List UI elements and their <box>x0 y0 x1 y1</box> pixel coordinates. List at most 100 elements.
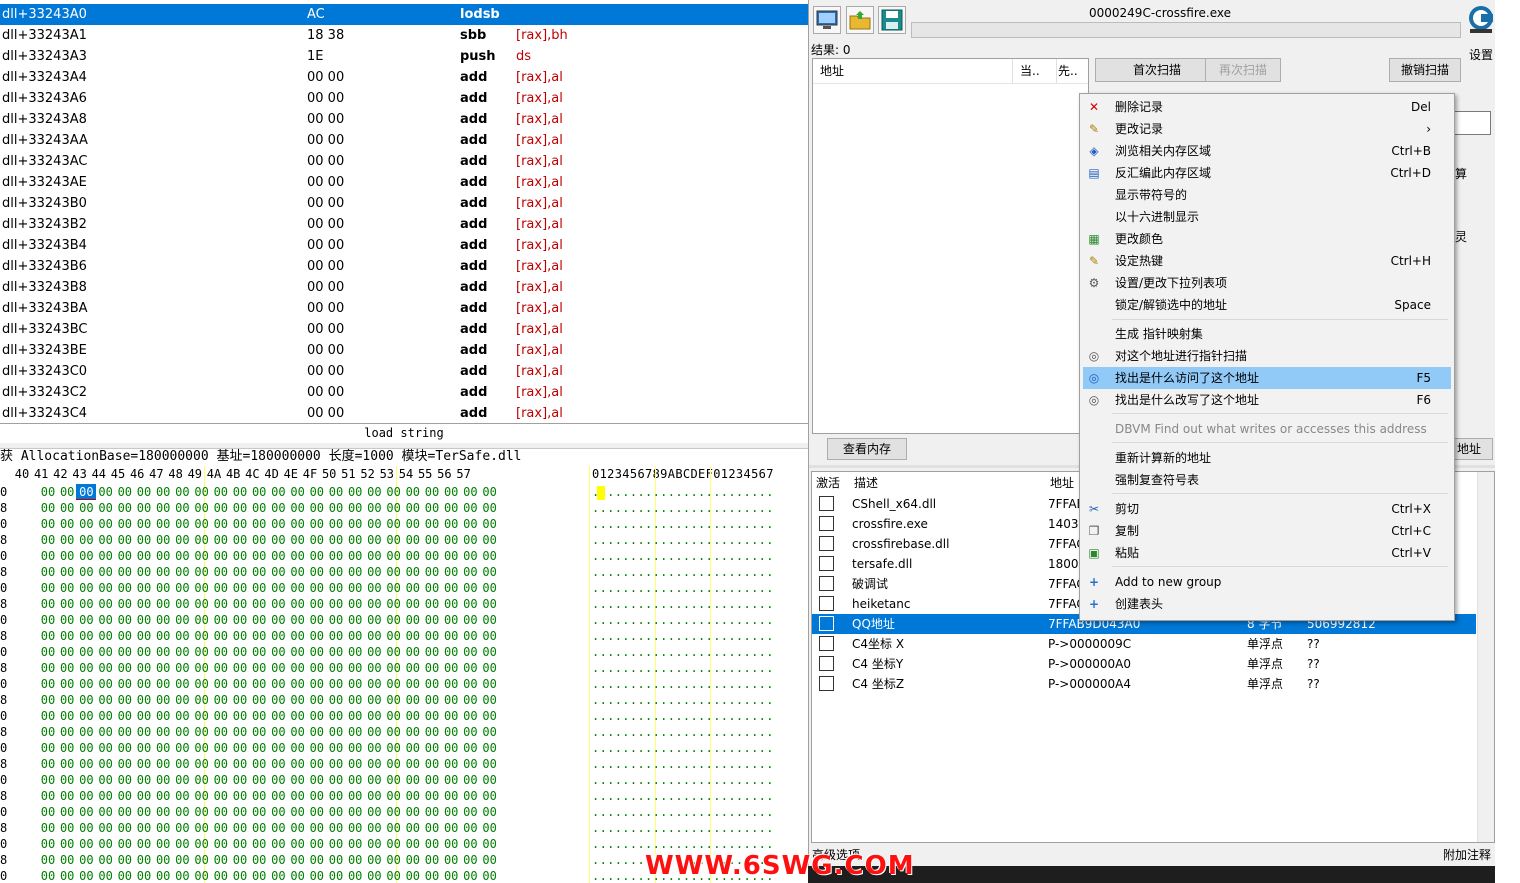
hex-byte[interactable]: 00 <box>172 868 192 883</box>
hex-byte[interactable]: 00 <box>384 756 404 772</box>
hex-byte[interactable]: 00 <box>249 676 269 692</box>
hex-byte[interactable]: 00 <box>249 724 269 740</box>
hex-byte[interactable]: 00 <box>172 788 192 804</box>
menu-item[interactable]: ❐ 复制 Ctrl+C <box>1083 520 1451 542</box>
hex-byte[interactable]: 00 <box>422 692 442 708</box>
hex-byte[interactable]: 00 <box>230 836 250 852</box>
hex-byte[interactable]: 00 <box>480 500 500 516</box>
add-note-link[interactable]: 附加注释 <box>1443 846 1491 863</box>
hex-byte[interactable]: 00 <box>134 644 154 660</box>
disasm-row[interactable]: dll+33243C2 00 00 add [rax],al <box>0 382 808 403</box>
hex-byte[interactable]: 00 <box>115 692 135 708</box>
menu-item[interactable]: + Add to new group <box>1083 571 1451 593</box>
hex-byte[interactable]: 00 <box>211 580 231 596</box>
hex-byte[interactable]: 00 <box>153 788 173 804</box>
hex-byte[interactable]: 00 <box>76 564 96 580</box>
hex-byte[interactable]: 00 <box>403 756 423 772</box>
disasm-row[interactable]: dll+33243A6 00 00 add [rax],al <box>0 88 808 109</box>
hex-byte[interactable]: 00 <box>422 868 442 883</box>
hex-byte[interactable]: 00 <box>480 644 500 660</box>
hex-byte[interactable]: 00 <box>192 548 212 564</box>
hex-byte[interactable]: 00 <box>134 836 154 852</box>
hex-byte[interactable]: 00 <box>307 516 327 532</box>
hex-byte[interactable]: 00 <box>364 516 384 532</box>
hex-byte[interactable]: 00 <box>249 612 269 628</box>
active-checkbox[interactable] <box>819 516 834 531</box>
hex-byte[interactable]: 00 <box>230 596 250 612</box>
hex-byte[interactable]: 00 <box>307 788 327 804</box>
hex-byte[interactable]: 00 <box>441 532 461 548</box>
hex-byte[interactable]: 00 <box>345 724 365 740</box>
hex-byte[interactable]: 00 <box>384 548 404 564</box>
hex-byte[interactable]: 00 <box>153 484 173 500</box>
hex-byte[interactable]: 00 <box>153 564 173 580</box>
hex-byte[interactable]: 00 <box>76 740 96 756</box>
menu-item[interactable]: ◈ 浏览相关内存区域 Ctrl+B <box>1083 140 1451 162</box>
hex-byte[interactable]: 00 <box>403 644 423 660</box>
hex-byte[interactable]: 00 <box>441 740 461 756</box>
hex-byte[interactable]: 00 <box>326 756 346 772</box>
hex-byte[interactable]: 00 <box>172 580 192 596</box>
hex-byte[interactable]: 00 <box>422 804 442 820</box>
hex-byte[interactable]: 00 <box>57 660 77 676</box>
hex-byte[interactable]: 00 <box>230 548 250 564</box>
hex-byte[interactable]: 00 <box>38 772 58 788</box>
hex-byte[interactable]: 00 <box>134 868 154 883</box>
hex-row[interactable]: 8 00 00 00 00 00 00 00 00 00 00 00 00 00 00 00 00 00 00 00 0… <box>0 660 808 676</box>
hex-byte[interactable]: 00 <box>115 676 135 692</box>
hex-byte[interactable]: 00 <box>326 644 346 660</box>
hex-byte[interactable]: 00 <box>480 820 500 836</box>
hex-byte[interactable]: 00 <box>96 564 116 580</box>
hex-byte[interactable]: 00 <box>288 532 308 548</box>
hex-byte[interactable]: 00 <box>38 740 58 756</box>
hex-byte[interactable]: 00 <box>460 612 480 628</box>
hex-byte[interactable]: 00 <box>268 596 288 612</box>
hex-row[interactable]: 8 00 00 00 00 00 00 00 00 00 00 00 00 00 00 00 00 00 00 00 0… <box>0 820 808 836</box>
hex-byte[interactable]: 00 <box>422 772 442 788</box>
hex-byte[interactable]: 00 <box>230 484 250 500</box>
hex-byte[interactable]: 00 <box>38 628 58 644</box>
hex-byte[interactable]: 00 <box>57 820 77 836</box>
menu-item[interactable]: 生成 指针映射集 <box>1083 323 1451 345</box>
hex-byte[interactable]: 00 <box>268 660 288 676</box>
hex-byte[interactable]: 00 <box>364 564 384 580</box>
hex-byte[interactable]: 00 <box>480 868 500 883</box>
hex-byte[interactable]: 00 <box>249 644 269 660</box>
hex-row[interactable]: 0 00 00 00 00 00 00 00 00 00 00 00 00 00 00 00 00 00 00 00 0… <box>0 740 808 756</box>
hex-byte[interactable]: 00 <box>460 724 480 740</box>
address-entry[interactable]: C4 坐标Y P->000000A0 单浮点?? <box>812 654 1476 674</box>
hex-byte[interactable]: 00 <box>288 740 308 756</box>
hex-byte[interactable]: 00 <box>403 500 423 516</box>
hex-byte[interactable]: 00 <box>345 772 365 788</box>
hex-row[interactable]: 0 00 00 00 00 00 00 00 00 00 00 00 00 00 00 00 00 00 00 00 0… <box>0 772 808 788</box>
hex-byte[interactable]: 00 <box>115 804 135 820</box>
hex-byte[interactable]: 00 <box>345 788 365 804</box>
hex-byte[interactable]: 00 <box>57 628 77 644</box>
hex-byte[interactable]: 00 <box>326 532 346 548</box>
hex-byte[interactable]: 00 <box>480 548 500 564</box>
hex-byte[interactable]: 00 <box>288 484 308 500</box>
disassembler-view[interactable]: dll+33243A0 AC lodsb dll+33243A1 18 38 sbb [ra… <box>0 0 808 423</box>
hex-byte[interactable]: 00 <box>288 692 308 708</box>
hex-byte[interactable]: 00 <box>57 516 77 532</box>
hex-byte[interactable]: 00 <box>57 580 77 596</box>
hex-byte[interactable]: 00 <box>115 628 135 644</box>
hex-byte[interactable]: 00 <box>96 836 116 852</box>
hex-byte[interactable]: 00 <box>480 724 500 740</box>
hex-byte[interactable]: 00 <box>192 612 212 628</box>
hex-byte[interactable]: 00 <box>134 676 154 692</box>
hex-byte[interactable]: 00 <box>288 756 308 772</box>
hex-byte[interactable]: 00 <box>307 836 327 852</box>
hex-byte[interactable]: 00 <box>403 868 423 883</box>
hex-byte[interactable]: 00 <box>96 660 116 676</box>
hex-byte[interactable]: 00 <box>384 564 404 580</box>
hex-byte[interactable]: 00 <box>57 500 77 516</box>
disasm-row[interactable]: dll+33243AA 00 00 add [rax],al <box>0 130 808 151</box>
hex-byte[interactable]: 00 <box>268 708 288 724</box>
menu-item[interactable]: ✕ 删除记录 Del <box>1083 96 1451 118</box>
hex-byte[interactable]: 00 <box>268 580 288 596</box>
hex-byte[interactable]: 00 <box>384 532 404 548</box>
hex-byte[interactable]: 00 <box>96 500 116 516</box>
hex-byte[interactable]: 00 <box>268 644 288 660</box>
hex-byte[interactable]: 00 <box>441 580 461 596</box>
